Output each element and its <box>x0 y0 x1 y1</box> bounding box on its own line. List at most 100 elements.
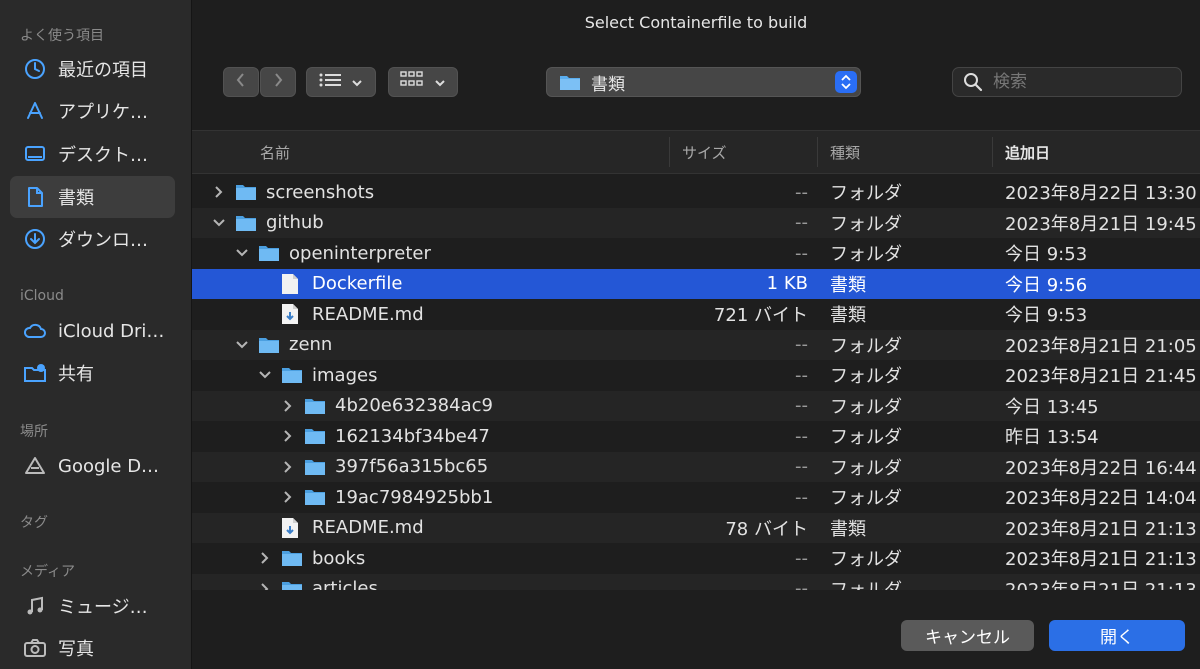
disclosure-chevron-down-icon[interactable] <box>235 246 249 260</box>
name-cell: screenshots <box>212 177 652 207</box>
size-cell: 721 バイト <box>713 305 808 326</box>
table-row[interactable]: articles -- フォルダ 2023年8月21日 21:13 <box>192 573 1200 591</box>
sidebar: よく使う項目 最近の項目 アプリケ… デスクト… 書類 ダウンロ… iCloud <box>0 0 192 669</box>
size-cell: -- <box>795 212 808 233</box>
sidebar-item-shared[interactable]: 共有 <box>10 352 175 394</box>
table-row[interactable]: github -- フォルダ 2023年8月21日 19:45 <box>192 207 1200 238</box>
search-field[interactable] <box>952 67 1182 97</box>
disclosure-chevron-down-icon[interactable] <box>235 338 249 352</box>
table-row[interactable]: 4b20e632384ac9 -- フォルダ 今日 13:45 <box>192 390 1200 421</box>
sidebar-item-label: ダウンロ… <box>58 230 148 251</box>
kind-cell: 書類 <box>830 274 866 296</box>
open-button[interactable]: 開く <box>1049 620 1185 651</box>
column-divider[interactable] <box>817 137 818 167</box>
disclosure-chevron-down-icon[interactable] <box>212 216 226 230</box>
sidebar-section-tags: タグ <box>20 515 48 531</box>
sidebar-item-desktop[interactable]: デスクト… <box>10 133 175 175</box>
back-button[interactable] <box>223 67 259 97</box>
sidebar-item-documents[interactable]: 書類 <box>10 176 175 218</box>
table-row[interactable]: 19ac7984925bb1 -- フォルダ 2023年8月22日 14:04 <box>192 482 1200 512</box>
file-name: zenn <box>289 334 333 355</box>
search-input[interactable] <box>991 71 1175 93</box>
sidebar-item-icloud-drive[interactable]: iCloud Dri… <box>10 310 175 352</box>
drive-icon <box>22 453 48 479</box>
disclosure-chevron-right-icon[interactable] <box>258 551 272 565</box>
date-added-cell: 今日 9:53 <box>1005 305 1088 326</box>
column-divider[interactable] <box>669 137 670 167</box>
file-name: 19ac7984925bb1 <box>335 486 494 508</box>
file-name: README.md <box>312 517 424 538</box>
music-icon <box>22 593 48 619</box>
sidebar-item-label: アプリケ… <box>58 102 148 123</box>
table-row[interactable]: README.md 78 バイト 書類 2023年8月21日 21:13 <box>192 512 1200 543</box>
folder-icon <box>281 365 303 385</box>
file-name: Dockerfile <box>312 273 403 294</box>
chevron-down-icon <box>434 73 446 92</box>
column-header-size[interactable]: サイズ <box>682 131 727 173</box>
sidebar-item-photos[interactable]: 写真 <box>10 627 175 669</box>
name-cell: zenn <box>235 330 652 360</box>
sidebar-item-recents[interactable]: 最近の項目 <box>10 48 175 90</box>
column-header-kind[interactable]: 種類 <box>830 131 860 173</box>
list-view-button[interactable] <box>306 67 376 97</box>
kind-cell: フォルダ <box>830 488 902 509</box>
kind-cell: フォルダ <box>830 579 902 591</box>
date-added-cell: 2023年8月21日 21:05 <box>1005 335 1197 357</box>
cloud-icon <box>22 318 48 344</box>
sidebar-item-music[interactable]: ミュージ… <box>10 585 175 627</box>
file-browser: Select Containerfile to build 書類 検索 名前 サ… <box>192 0 1200 669</box>
dialog-footer: キャンセル 開く <box>192 590 1200 669</box>
table-row[interactable]: 397f56a315bc65 -- フォルダ 2023年8月22日 16:44 <box>192 451 1200 482</box>
kind-cell: フォルダ <box>830 549 902 570</box>
table-row[interactable]: images -- フォルダ 2023年8月21日 21:45 <box>192 360 1200 390</box>
disclosure-chevron-right-icon[interactable] <box>281 399 295 413</box>
date-added-cell: 今日 13:45 <box>1005 396 1099 418</box>
table-row[interactable]: zenn -- フォルダ 2023年8月21日 21:05 <box>192 329 1200 360</box>
markdown-file-icon <box>281 517 303 538</box>
table-row[interactable]: README.md 721 バイト 書類 今日 9:53 <box>192 299 1200 329</box>
disclosure-chevron-right-icon[interactable] <box>258 582 272 590</box>
clock-icon <box>22 56 48 82</box>
folder-icon <box>281 548 303 568</box>
cancel-button[interactable]: キャンセル <box>901 620 1034 651</box>
column-divider[interactable] <box>992 137 993 167</box>
forward-button[interactable] <box>260 67 296 97</box>
date-added-cell: 2023年8月22日 13:30 <box>1005 183 1197 204</box>
size-cell: 78 バイト <box>725 518 808 540</box>
disclosure-chevron-right-icon[interactable] <box>212 185 226 199</box>
sidebar-section-icloud: iCloud <box>20 288 64 304</box>
column-header-date-added[interactable]: 追加日 <box>1005 131 1050 173</box>
file-name: openinterpreter <box>289 242 431 264</box>
camera-icon <box>22 635 48 661</box>
table-row[interactable]: openinterpreter -- フォルダ 今日 9:53 <box>192 238 1200 268</box>
disclosure-chevron-right-icon[interactable] <box>281 429 295 443</box>
table-row[interactable]: 162134bf34be47 -- フォルダ 昨日 13:54 <box>192 421 1200 451</box>
disclosure-chevron-right-icon[interactable] <box>281 490 295 504</box>
table-row[interactable]: screenshots -- フォルダ 2023年8月22日 13:30 <box>192 177 1200 207</box>
sidebar-item-label: Google D… <box>58 455 160 477</box>
sidebar-item-label: 最近の項目 <box>58 60 148 81</box>
sidebar-item-label: iCloud Dri… <box>58 320 165 342</box>
date-added-cell: 昨日 13:54 <box>1005 427 1099 448</box>
sidebar-item-downloads[interactable]: ダウンロ… <box>10 218 175 260</box>
sidebar-item-label: 書類 <box>58 188 94 209</box>
sidebar-section-media: メディア <box>20 564 76 580</box>
sidebar-item-google-drive[interactable]: Google D… <box>10 445 175 487</box>
location-popup[interactable]: 書類 <box>546 67 861 97</box>
kind-cell: 書類 <box>830 518 866 540</box>
date-added-cell: 2023年8月21日 19:45 <box>1005 213 1197 235</box>
disclosure-chevron-down-icon[interactable] <box>258 368 272 382</box>
table-row[interactable]: books -- フォルダ 2023年8月21日 21:13 <box>192 543 1200 573</box>
table-row[interactable]: Dockerfile 1 KB 書類 今日 9:56 <box>192 268 1200 299</box>
file-name: README.md <box>312 303 424 325</box>
column-header-name[interactable]: 名前 <box>260 131 290 173</box>
folder-icon <box>235 182 257 202</box>
kind-cell: フォルダ <box>830 213 902 235</box>
disclosure-chevron-right-icon[interactable] <box>281 460 295 474</box>
table-header: 名前 サイズ 種類 追加日 <box>192 130 1200 174</box>
sidebar-item-applications[interactable]: アプリケ… <box>10 90 175 132</box>
grid-view-button[interactable] <box>388 67 458 97</box>
apps-icon <box>22 98 48 124</box>
date-added-cell: 2023年8月21日 21:13 <box>1005 549 1197 570</box>
